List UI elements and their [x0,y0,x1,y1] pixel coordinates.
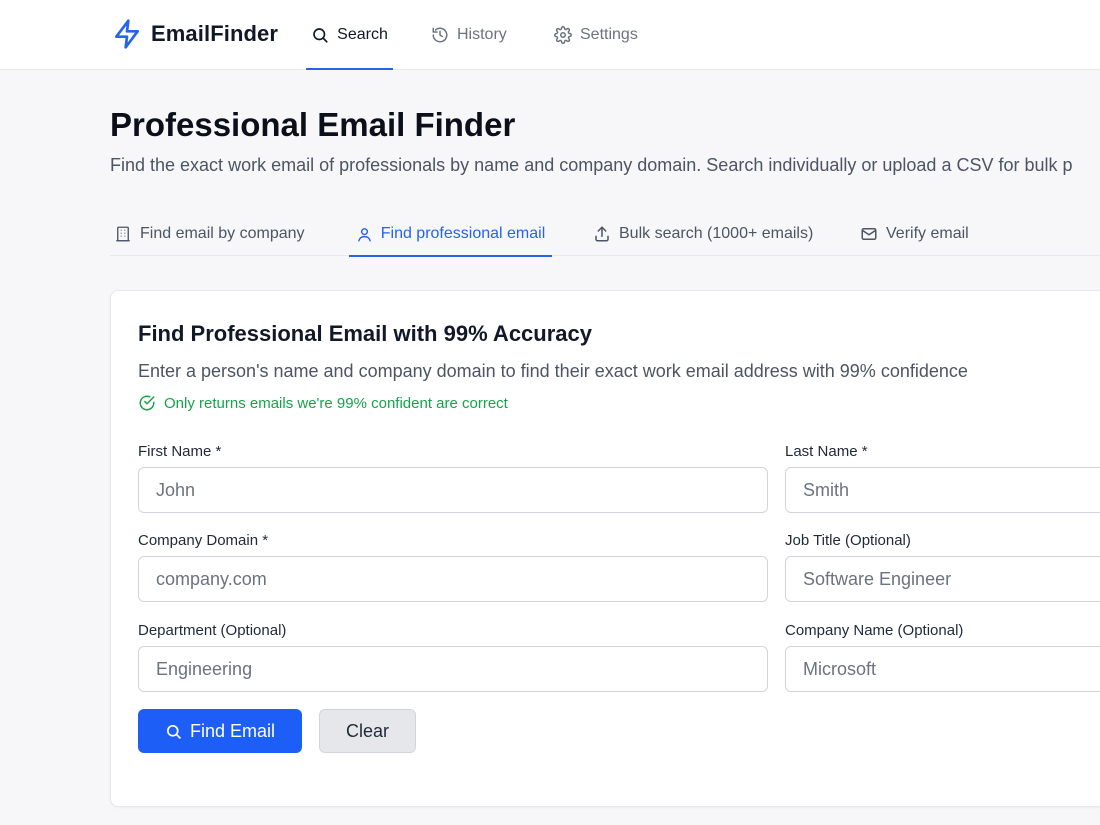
first-name-label: First Name * [138,443,222,460]
page-subtitle: Find the exact work email of professiona… [110,155,1073,175]
tab-verify-email[interactable]: Verify email [860,212,969,256]
tab-label: Verify email [886,225,969,242]
nav-settings-label: Settings [580,26,638,43]
company-name-input[interactable] [785,646,1100,692]
check-circle-icon [138,394,156,412]
upload-icon [593,225,611,243]
nav-search[interactable]: Search [306,0,393,70]
first-name-input[interactable] [138,467,768,513]
nav-settings[interactable]: Settings [554,0,638,70]
nav-search-label: Search [337,26,388,43]
building-icon [114,225,132,243]
find-professional-email-card: Find Professional Email with 99% Accurac… [110,290,1100,807]
last-name-input[interactable] [785,467,1100,513]
find-email-button-label: Find Email [189,720,276,741]
company-domain-label: Company Domain * [138,532,269,549]
card-title: Find Professional Email with 99% Accurac… [138,321,592,346]
tab-label: Find professional email [380,225,546,242]
job-title-input[interactable] [785,556,1100,602]
history-icon [431,26,449,44]
confidence-note: Only returns emails we're 99% confident … [138,394,508,412]
find-email-button[interactable]: Find Email [138,709,302,753]
tab-find-professional-email[interactable]: Find professional email [349,212,552,257]
card-description: Enter a person's name and company domain… [138,361,968,381]
lightning-bolt-icon [111,17,143,51]
tab-find-email-by-company[interactable]: Find email by company [114,212,305,256]
tab-label: Bulk search (1000+ emails) [619,225,814,242]
nav-history[interactable]: History [431,0,507,70]
nav-history-label: History [457,26,507,43]
confidence-note-text: Only returns emails we're 99% confident … [164,394,508,412]
gear-icon [554,26,572,44]
page-title: Professional Email Finder [110,106,516,143]
tab-label: Find email by company [140,225,305,242]
brand[interactable]: EmailFinder [111,16,278,52]
top-navigation-bar: EmailFinder Search History Settings [0,0,1100,70]
search-icon [311,26,329,44]
job-title-label: Job Title (Optional) [785,532,911,549]
company-name-label: Company Name (Optional) [785,622,964,639]
clear-button[interactable]: Clear [319,709,416,753]
user-icon [356,226,373,243]
search-icon [165,723,182,740]
department-label: Department (Optional) [138,622,287,639]
company-domain-input[interactable] [138,556,768,602]
search-mode-tabs: Find email by company Find professional … [110,212,1100,257]
tab-bulk-search[interactable]: Bulk search (1000+ emails) [593,212,813,256]
last-name-label: Last Name * [785,443,868,460]
brand-name: EmailFinder [151,21,279,46]
mail-icon [860,225,878,243]
department-input[interactable] [138,646,768,692]
